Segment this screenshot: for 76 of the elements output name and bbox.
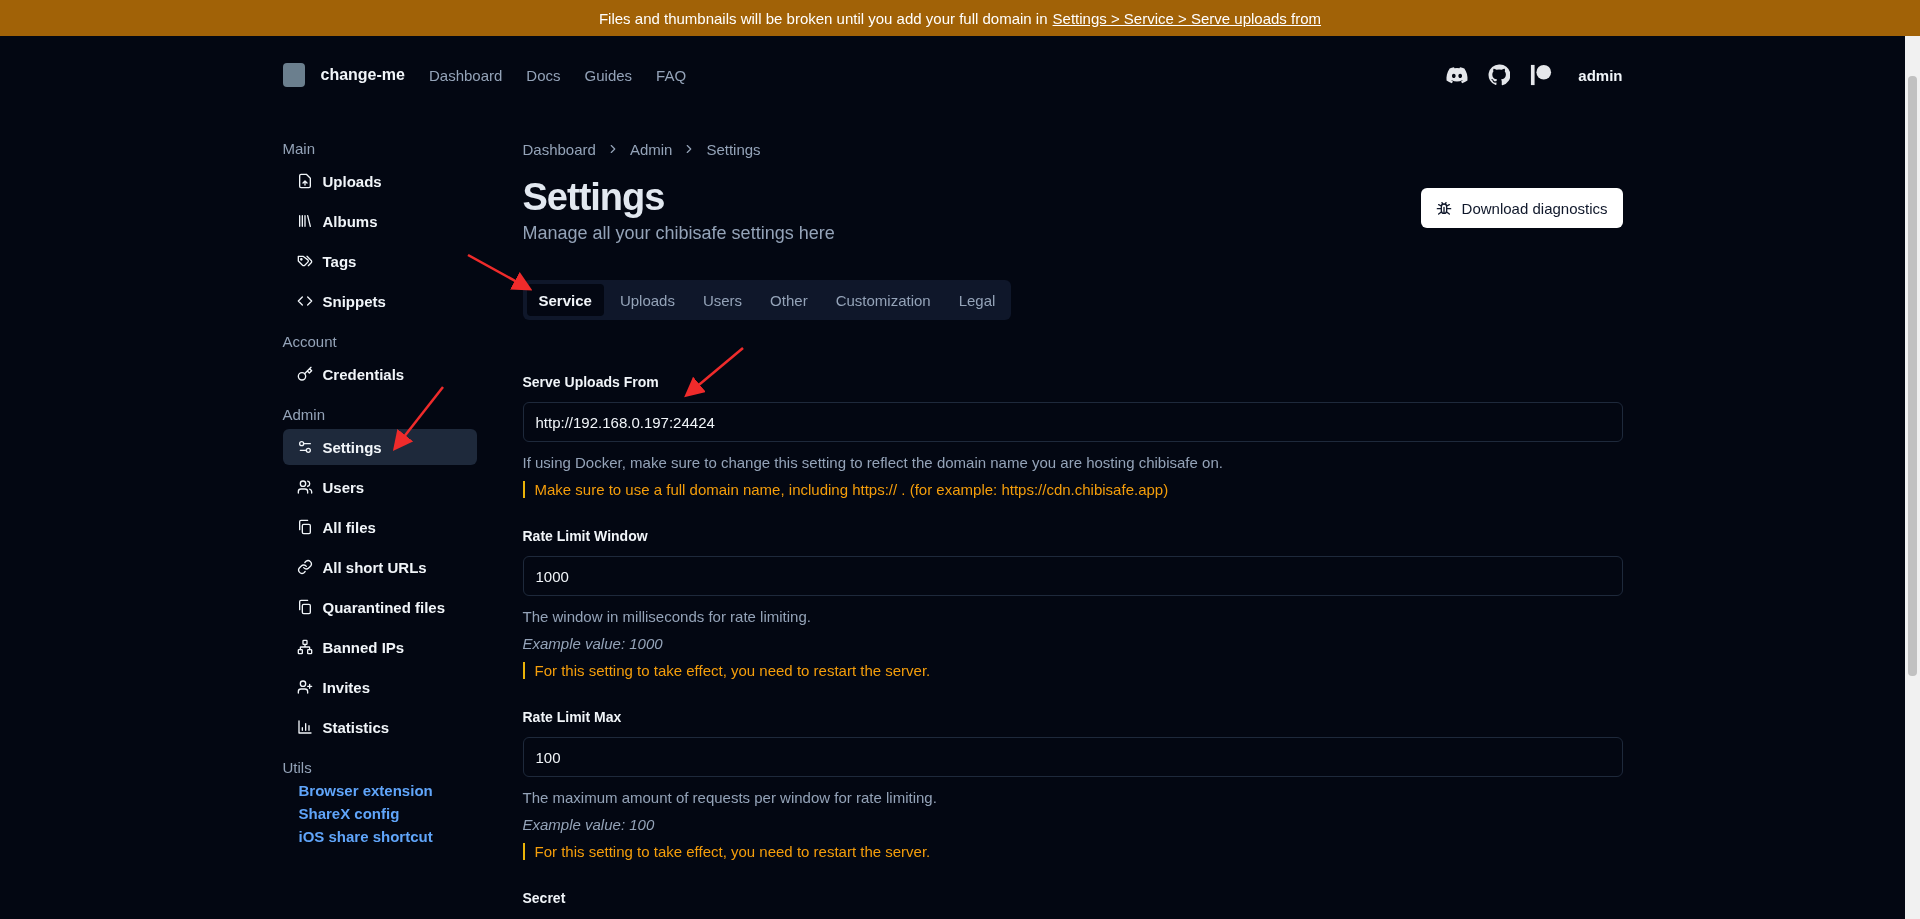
utility-link[interactable]: Browser extension (298, 782, 523, 799)
field-label: Rate Limit Max (522, 709, 623, 725)
breadcrumb-link[interactable]: Dashboard (522, 140, 596, 158)
page-title: Settings (522, 176, 666, 219)
help-text: If using Docker, make sure to change this setting to reflect the domain name you are hosting chibisafe on. (522, 454, 1224, 471)
game-controller-icon[interactable] (1446, 66, 1469, 84)
link-icon (296, 559, 313, 575)
network-icon (296, 639, 313, 655)
nav-link[interactable]: Docs (526, 66, 561, 84)
field-label: Rate Limit Window (522, 528, 649, 544)
sidebar-item[interactable]: Invites (282, 669, 477, 705)
breadcrumb-link[interactable]: Admin (629, 140, 673, 158)
section-heading: Admin (282, 406, 327, 423)
breadcrumb-link[interactable]: Settings (706, 140, 761, 158)
banner-message: Files and thumbnails will be broken until you add your full domain in (598, 9, 1048, 27)
sidebar-item[interactable]: Users (282, 469, 477, 505)
user-plus-icon (296, 679, 313, 695)
files-icon (296, 519, 313, 535)
tags-icon (296, 253, 313, 269)
annotation-arrow (392, 386, 444, 451)
tab[interactable]: Service (526, 284, 604, 316)
warning-note: For this setting to take effect, you need to restart the server. (522, 843, 1623, 860)
section-heading: Utils (282, 759, 313, 776)
sidebar-item[interactable]: Albums (282, 203, 477, 239)
cat-logo-icon[interactable] (1488, 64, 1511, 86)
sidebar-item[interactable]: Settings (282, 429, 477, 465)
sidebar-item[interactable]: Statistics (282, 709, 477, 745)
utility-link[interactable]: ShareX config (298, 805, 523, 822)
user-name[interactable]: admin (1578, 66, 1623, 84)
tab[interactable]: Other (758, 284, 820, 316)
section-heading: Account (282, 333, 338, 350)
nav-link[interactable]: Dashboard (428, 66, 503, 84)
bug-icon (1435, 200, 1452, 216)
annotation-arrow (684, 347, 744, 398)
files-icon (296, 599, 313, 615)
help-text: The maximum amount of requests per window for rate limiting. (522, 789, 938, 806)
sidebar-item[interactable]: Tags (282, 243, 477, 279)
file-upload-icon (296, 173, 313, 189)
warning-note: Make sure to use a full domain name, including https:// . (for example: https://cdn.chibisafe.app) (522, 481, 1623, 498)
library-icon (296, 213, 313, 229)
help-text: The window in milliseconds for rate limiting. (522, 608, 812, 625)
tab[interactable]: Users (690, 284, 755, 316)
tab[interactable]: Customization (823, 284, 943, 316)
example-text: Example value: 1000 (522, 635, 664, 652)
nav-link[interactable]: FAQ (656, 66, 687, 84)
sidebar-item[interactable]: Quarantined files (282, 589, 477, 625)
utility-link[interactable]: iOS share shortcut (298, 828, 523, 845)
sliders-icon (296, 439, 313, 455)
bar-chart-icon (296, 719, 313, 735)
sidebar-item[interactable]: Banned IPs (282, 629, 477, 665)
bar-and-circle-icon[interactable] (1530, 64, 1553, 86)
sidebar-item[interactable]: All short URLs (282, 549, 477, 585)
field-label: Secret (522, 890, 567, 906)
tab[interactable]: Uploads (607, 284, 687, 316)
brand-name[interactable]: change-me (320, 66, 405, 84)
tab[interactable]: Legal (946, 284, 1008, 316)
users-icon (296, 479, 313, 495)
sidebar-item[interactable]: Uploads (282, 163, 477, 199)
code-icon (296, 293, 313, 309)
example-text: Example value: 100 (522, 816, 656, 833)
key-icon (296, 366, 313, 382)
warning-note: For this setting to take effect, you need to restart the server. (522, 662, 1623, 679)
sidebar-item[interactable]: Snippets (282, 283, 477, 319)
settings-link[interactable]: Settings > Service > Serve uploads from (1052, 9, 1322, 27)
input-field[interactable]: http://192.168.0.197:24424 (522, 402, 1623, 442)
annotation-arrow (467, 253, 533, 291)
input-field[interactable]: 100 (522, 737, 1623, 777)
field-label: Serve Uploads From (522, 374, 660, 390)
sidebar-item[interactable]: Credentials (282, 356, 477, 392)
download-diagnostics-button[interactable]: Download diagnostics (1420, 188, 1623, 228)
sidebar-item[interactable]: All files (282, 509, 477, 545)
page-subtitle: Manage all your chibisafe settings here (522, 223, 835, 244)
logo-icon[interactable] (282, 63, 305, 87)
input-field[interactable]: 1000 (522, 556, 1623, 596)
section-heading: Main (282, 140, 316, 157)
nav-link[interactable]: Guides (584, 66, 633, 84)
